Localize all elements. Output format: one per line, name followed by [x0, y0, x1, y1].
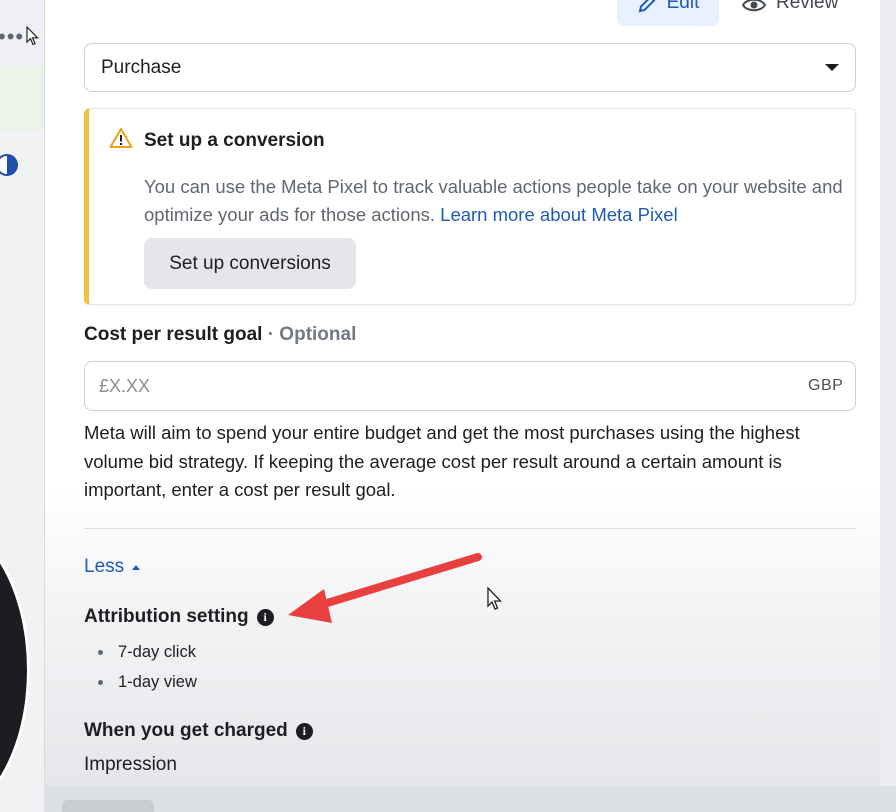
footer-bar	[44, 786, 896, 812]
cost-per-result-title: Cost per result goal	[84, 324, 263, 345]
setup-conversion-notice: Set up a conversion You can use the Meta…	[84, 108, 856, 305]
mouse-cursor-icon	[487, 586, 503, 610]
conversion-event-select[interactable]: Purchase	[84, 43, 856, 92]
more-options-icon[interactable]: •••	[0, 24, 24, 50]
pencil-icon	[638, 0, 656, 13]
sidebar-row-selected[interactable]	[0, 66, 44, 176]
tab-edit[interactable]: Edit	[617, 0, 719, 26]
tab-review[interactable]: Review	[742, 0, 852, 26]
show-less-label: Less	[84, 556, 125, 577]
mouse-cursor-icon	[26, 26, 39, 46]
attribution-setting-label: Attribution setting i	[84, 606, 274, 628]
info-icon[interactable]: i	[256, 608, 274, 626]
learn-more-link[interactable]: Learn more about Meta Pixel	[440, 204, 678, 225]
when-charged-title: When you get charged	[84, 720, 288, 741]
cost-per-result-label: Cost per result goal · Optional	[84, 324, 356, 346]
conversion-event-value: Purchase	[101, 56, 182, 78]
list-item: 1-day view	[98, 670, 197, 700]
list-item: 7-day click	[98, 640, 197, 670]
attribution-list: 7-day click 1-day view	[98, 640, 197, 699]
cost-per-result-help: Meta will aim to spend your entire budge…	[84, 422, 800, 500]
eye-icon	[742, 0, 766, 12]
left-sidebar-strip: •••	[0, 0, 44, 812]
tab-edit-label: Edit	[666, 0, 700, 13]
show-less-toggle[interactable]: Less	[84, 556, 141, 578]
annotation-arrow-icon	[288, 553, 482, 623]
optional-tag: · Optional	[267, 324, 357, 345]
when-charged-label: When you get charged i	[84, 720, 313, 742]
warning-triangle-icon	[109, 128, 133, 148]
notice-title: Set up a conversion	[144, 130, 325, 151]
section-divider	[84, 528, 856, 529]
footer-button[interactable]	[62, 800, 154, 812]
tab-review-label: Review	[776, 0, 839, 13]
contrast-icon	[0, 154, 18, 176]
right-edge	[880, 0, 896, 812]
cost-per-result-input[interactable]	[84, 361, 856, 411]
notice-body: You can use the Meta Pixel to track valu…	[144, 173, 844, 229]
attribution-setting-title: Attribution setting	[84, 606, 249, 627]
info-icon[interactable]: i	[295, 722, 313, 740]
caret-down-icon	[825, 64, 839, 71]
when-charged-value: Impression	[84, 754, 177, 775]
setup-conversions-button[interactable]: Set up conversions	[144, 238, 356, 289]
currency-label: GBP	[808, 377, 844, 394]
webcam-overlay	[0, 520, 30, 812]
caret-up-icon	[132, 564, 141, 570]
